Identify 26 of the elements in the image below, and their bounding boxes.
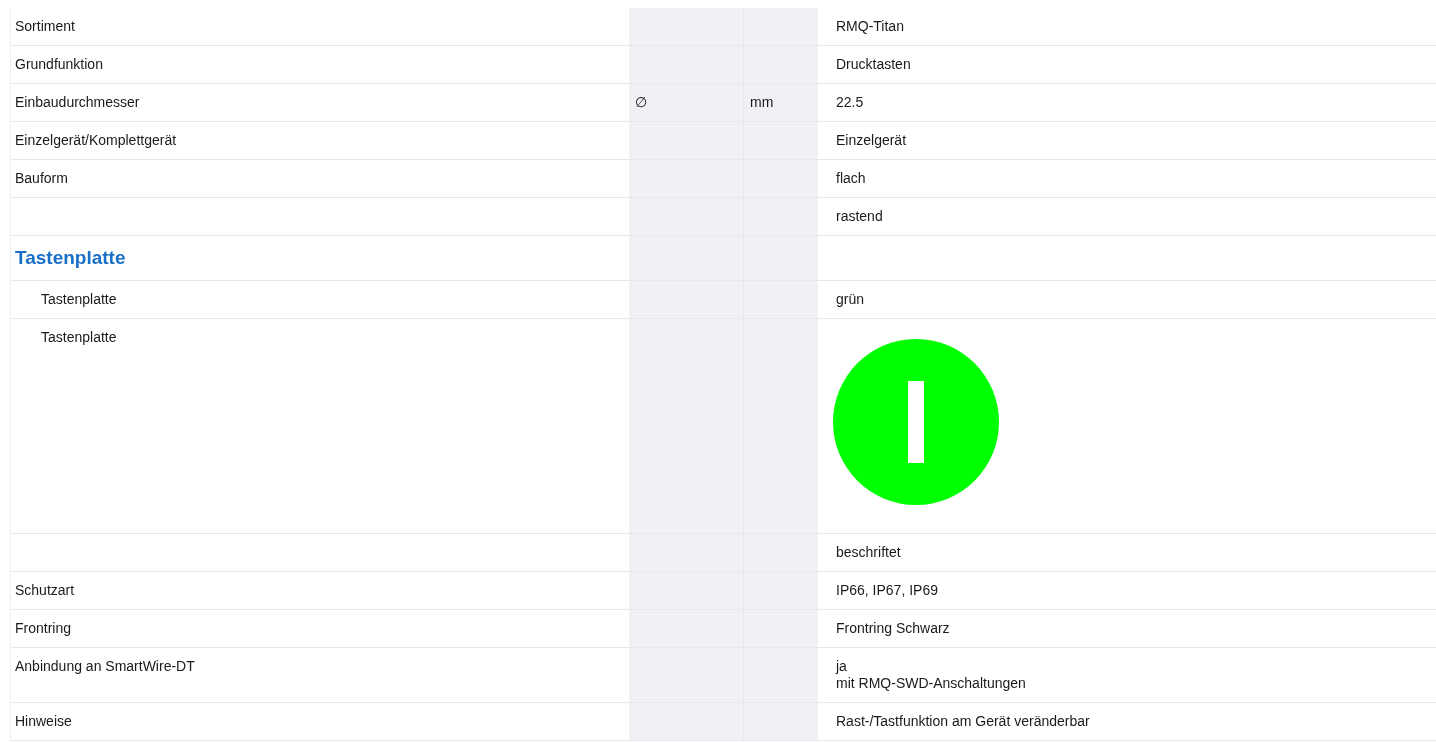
property-label: Einzelgerät/Komplettgerät: [15, 132, 177, 148]
property-value: IP66, IP67, IP69: [836, 582, 938, 598]
property-value: Rast-/Tastfunktion am Gerät veränderbar: [836, 713, 1090, 729]
property-label: Anbindung an SmartWire-DT: [15, 658, 195, 674]
table-cell: ∅: [629, 84, 743, 121]
section-heading: Tastenplatte: [15, 247, 126, 268]
property-value: Drucktasten: [836, 56, 911, 72]
property-label: Bauform: [15, 170, 68, 186]
property-value: rastend: [836, 208, 883, 224]
property-value: grün: [836, 291, 865, 307]
property-label: Frontring: [15, 620, 72, 636]
property-label: Sortiment: [15, 18, 75, 34]
property-value: flach: [836, 170, 866, 186]
property-label: Schutzart: [15, 582, 75, 598]
property-value: beschriftet: [836, 544, 901, 560]
property-value: Frontring Schwarz: [836, 620, 950, 636]
property-value: Einzelgerät: [836, 132, 907, 148]
property-label: Tastenplatte: [41, 329, 117, 345]
property-value: RMQ-Titan: [836, 18, 904, 34]
property-label: Hinweise: [15, 713, 72, 729]
property-label: Tastenplatte: [41, 291, 117, 307]
property-value: 22.5: [836, 94, 864, 110]
property-value: ja mit RMQ-SWD-Anschaltungen: [836, 658, 1026, 691]
property-label: Grundfunktion: [15, 56, 103, 72]
property-label: Einbaudurchmesser: [15, 94, 140, 110]
table-cell: mm: [743, 84, 818, 121]
